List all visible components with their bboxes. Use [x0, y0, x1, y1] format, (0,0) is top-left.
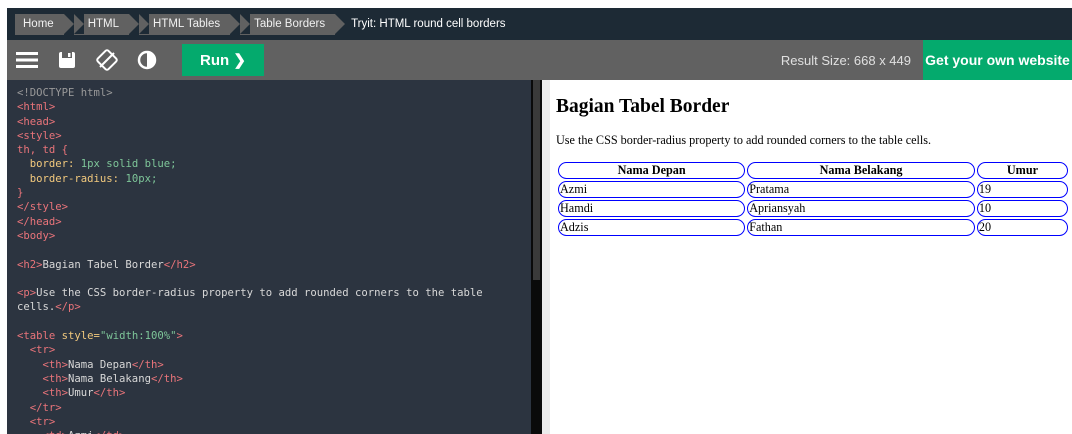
- table-row: Hamdi Apriansyah 10: [558, 200, 1068, 217]
- table-cell: Apriansyah: [747, 200, 975, 217]
- code-content[interactable]: <!DOCTYPE html> <html> <head> <style> th…: [17, 86, 483, 434]
- save-icon[interactable]: [47, 40, 87, 80]
- breadcrumb-current: Tryit: HTML round cell borders: [351, 18, 506, 30]
- code-editor[interactable]: <!DOCTYPE html> <html> <head> <style> th…: [7, 80, 531, 434]
- result-table: Nama Depan Nama Belakang Umur Azmi Prata…: [556, 160, 1070, 238]
- code-scrollbar[interactable]: [531, 80, 542, 434]
- toolbar: Run ❯ Result Size: 668 x 449 Get your ow…: [7, 40, 1072, 80]
- breadcrumb-html[interactable]: HTML: [73, 13, 140, 35]
- table-cell: Azmi: [558, 181, 746, 198]
- result-heading: Bagian Tabel Border: [556, 96, 730, 117]
- panel-divider[interactable]: [542, 80, 550, 434]
- table-cell: Pratama: [747, 181, 975, 198]
- table-header-row: Nama Depan Nama Belakang Umur: [558, 162, 1068, 179]
- result-frame: Bagian Tabel Border Use the CSS border-r…: [550, 80, 1072, 434]
- result-paragraph: Use the CSS border-radius property to ad…: [556, 133, 932, 147]
- table-header-cell: Nama Belakang: [747, 162, 975, 179]
- result-size-label: Result Size: 668 x 449: [780, 52, 911, 68]
- breadcrumb-table-borders[interactable]: Table Borders: [240, 13, 346, 35]
- contrast-icon[interactable]: [127, 40, 167, 80]
- breadcrumb: Home HTML HTML Tables Table Borders Tryi…: [7, 8, 1072, 40]
- table-row: Azmi Pratama 19: [558, 181, 1068, 198]
- table-cell: 10: [976, 200, 1068, 217]
- code-scrollbar-thumb[interactable]: [533, 80, 540, 280]
- run-button[interactable]: Run ❯: [182, 44, 264, 76]
- menu-icon[interactable]: [7, 40, 47, 80]
- table-row: Adzis Fathan 20: [558, 219, 1068, 236]
- table-cell: 19: [976, 181, 1068, 198]
- table-header-cell: Umur: [976, 162, 1068, 179]
- table-header-cell: Nama Depan: [558, 162, 746, 179]
- rotate-icon[interactable]: [87, 40, 127, 80]
- table-cell: Hamdi: [558, 200, 746, 217]
- breadcrumb-html-tables[interactable]: HTML Tables: [139, 13, 241, 35]
- get-your-own-website-button[interactable]: Get your own website: [923, 40, 1072, 80]
- table-cell: 20: [976, 219, 1068, 236]
- table-cell: Adzis: [558, 219, 746, 236]
- breadcrumb-home[interactable]: Home: [15, 13, 74, 35]
- table-cell: Fathan: [747, 219, 975, 236]
